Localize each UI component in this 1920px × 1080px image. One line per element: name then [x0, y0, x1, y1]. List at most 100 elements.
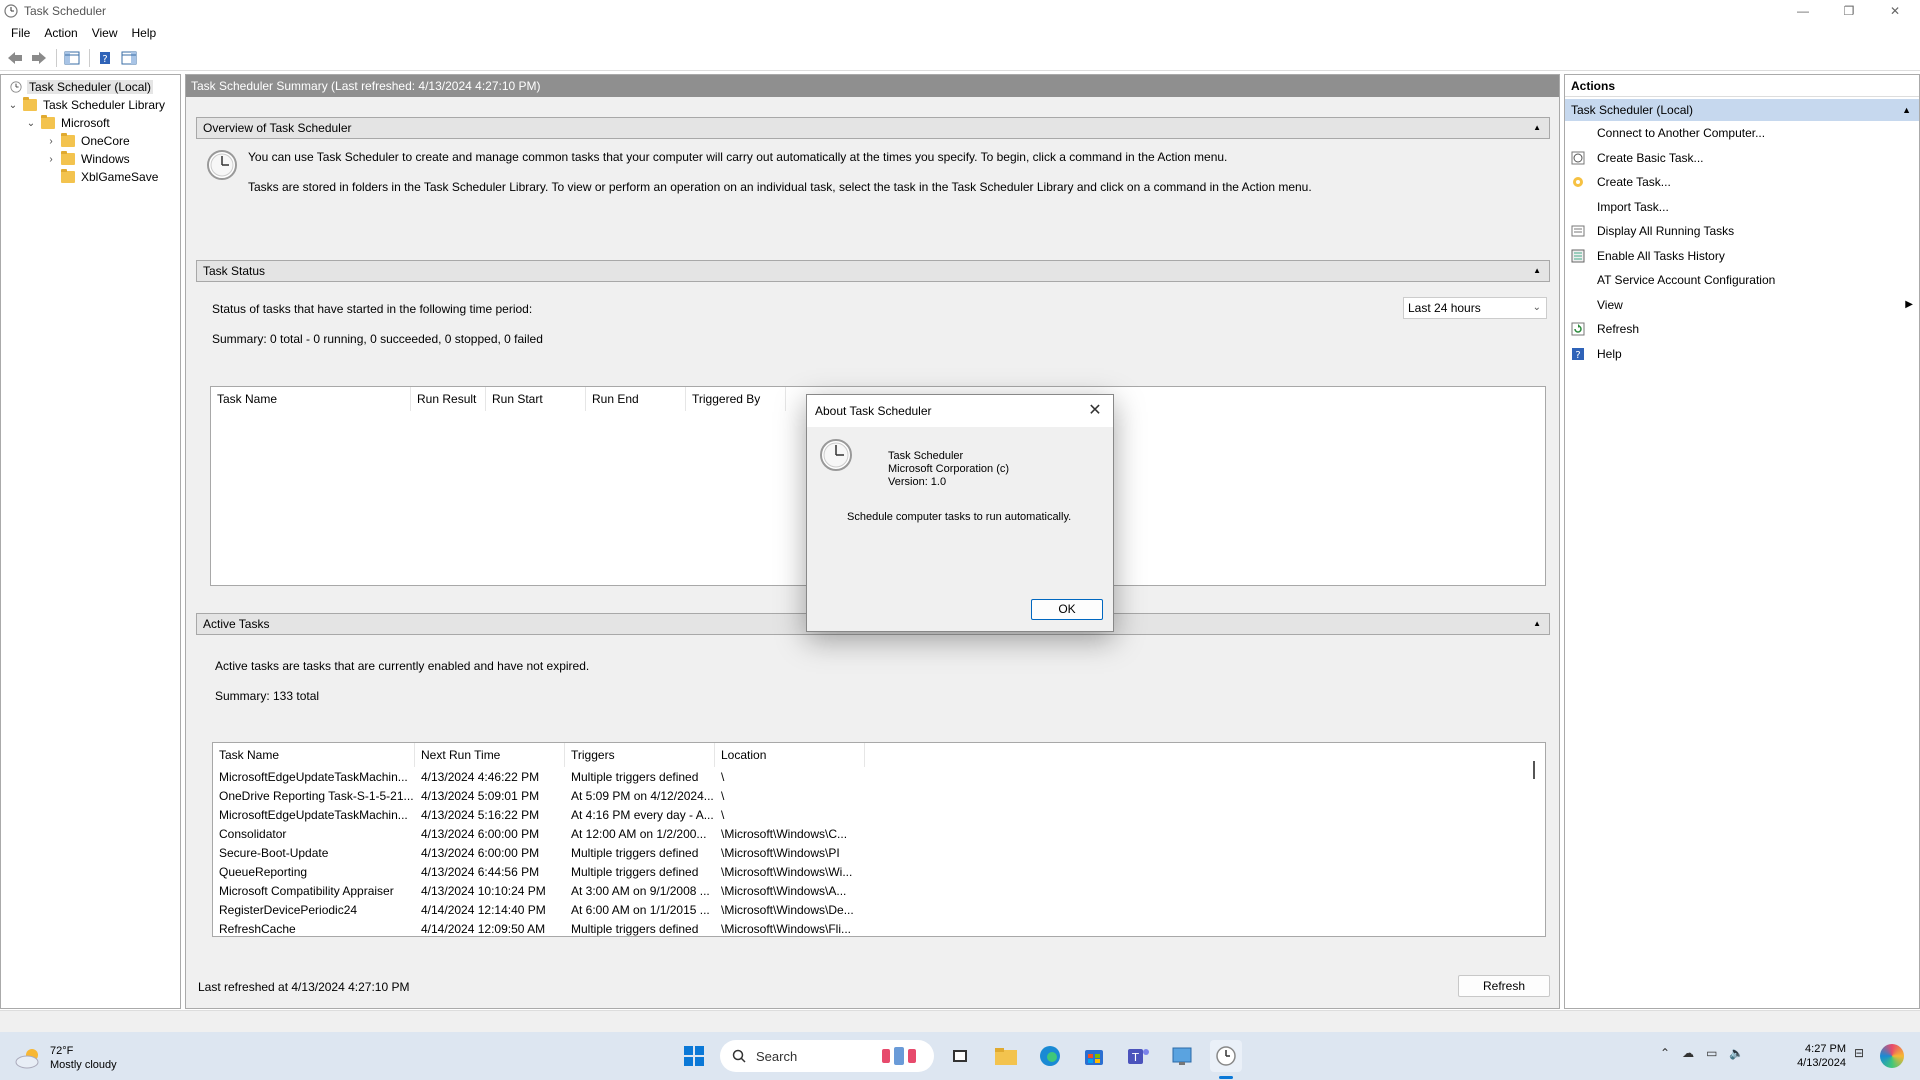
- back-button[interactable]: [4, 47, 26, 69]
- menu-file[interactable]: File: [4, 22, 37, 44]
- table-row[interactable]: Consolidator 4/13/2024 6:00:00 PM At 12:…: [213, 824, 1545, 843]
- minimize-button[interactable]: —: [1780, 0, 1826, 22]
- onedrive-cloud-icon[interactable]: ☁: [1682, 1046, 1694, 1060]
- menu-view[interactable]: View: [85, 22, 125, 44]
- overview-section-header[interactable]: Overview of Task Scheduler ▲: [196, 117, 1550, 139]
- task-name: QueueReporting: [219, 864, 308, 879]
- column-header[interactable]: Triggered By: [686, 387, 786, 411]
- task-scheduler-clock-icon: [1216, 1046, 1236, 1066]
- table-row[interactable]: Microsoft Compatibility Appraiser 4/13/2…: [213, 881, 1545, 900]
- start-button[interactable]: [678, 1040, 710, 1072]
- taskbar-task-scheduler[interactable]: [1210, 1040, 1242, 1072]
- action-refresh[interactable]: Refresh: [1565, 317, 1919, 342]
- table-row[interactable]: MicrosoftEdgeUpdateTaskMachin... 4/13/20…: [213, 767, 1545, 786]
- column-header[interactable]: Next Run Time: [415, 743, 565, 767]
- column-header[interactable]: Task Name: [213, 743, 415, 767]
- status-bar: [0, 1010, 1920, 1032]
- taskbar-search-box[interactable]: Search: [720, 1040, 934, 1072]
- help-toolbar-button[interactable]: ?: [94, 47, 116, 69]
- time-period-dropdown[interactable]: Last 24 hours ⌄: [1403, 297, 1547, 319]
- collapse-icon[interactable]: ▲: [1902, 99, 1911, 121]
- ok-button[interactable]: OK: [1031, 599, 1103, 620]
- column-header[interactable]: Triggers: [565, 743, 715, 767]
- table-row[interactable]: OneDrive Reporting Task-S-1-5-21... 4/13…: [213, 786, 1545, 805]
- action-create-task[interactable]: Create Task...: [1565, 170, 1919, 195]
- forward-button[interactable]: [28, 47, 50, 69]
- version-text: Version: 1.0: [888, 476, 947, 488]
- chevron-down-icon[interactable]: ⌄: [7, 99, 19, 111]
- chevron-right-icon[interactable]: ›: [45, 153, 57, 165]
- show-hide-action-pane-button[interactable]: [118, 47, 140, 69]
- taskbar-file-explorer[interactable]: [990, 1040, 1022, 1072]
- chevron-right-icon[interactable]: ›: [45, 135, 57, 147]
- action-help[interactable]: ? Help: [1565, 342, 1919, 367]
- table-row[interactable]: RegisterDevicePeriodic24 4/14/2024 12:14…: [213, 900, 1545, 919]
- close-button[interactable]: ✕: [1872, 0, 1918, 22]
- column-header[interactable]: Run Result: [411, 387, 486, 411]
- submenu-arrow-icon: ▶: [1905, 299, 1913, 311]
- action-at-service-account-configuration[interactable]: AT Service Account Configuration: [1565, 268, 1919, 293]
- copilot-icon[interactable]: [1880, 1044, 1904, 1068]
- table-row[interactable]: Secure-Boot-Update 4/13/2024 6:00:00 PM …: [213, 843, 1545, 862]
- actions-pane: Actions Task Scheduler (Local) ▲ Connect…: [1564, 74, 1920, 1009]
- table-row[interactable]: QueueReporting 4/13/2024 6:44:56 PM Mult…: [213, 862, 1545, 881]
- tree-item-onecore[interactable]: › OneCore: [1, 132, 180, 150]
- chevron-down-icon[interactable]: ⌄: [25, 117, 37, 129]
- tree-item-task-scheduler-library[interactable]: ⌄ Task Scheduler Library: [1, 96, 180, 114]
- table-row[interactable]: MicrosoftEdgeUpdateTaskMachin... 4/13/20…: [213, 805, 1545, 824]
- column-header[interactable]: Run Start: [486, 387, 586, 411]
- next-run-time: 4/13/2024 6:00:00 PM: [421, 826, 540, 841]
- refresh-button[interactable]: Refresh: [1458, 975, 1550, 997]
- collapse-icon[interactable]: ▲: [1533, 261, 1541, 281]
- title-bar: Task Scheduler — ❐ ✕: [0, 0, 1920, 22]
- column-header[interactable]: Run End: [586, 387, 686, 411]
- tree-item-xblgamesave[interactable]: XblGameSave: [1, 168, 180, 186]
- action-label: Create Basic Task...: [1597, 150, 1704, 165]
- restore-button[interactable]: ❐: [1826, 0, 1872, 22]
- tree-label: OneCore: [81, 134, 130, 148]
- weather-widget[interactable]: 72°F Mostly cloudy: [14, 1044, 117, 1072]
- taskbar-edge[interactable]: [1034, 1040, 1066, 1072]
- volume-icon[interactable]: 🔈: [1729, 1046, 1744, 1060]
- task-scheduler-clock-icon: [207, 150, 237, 180]
- tree-item-task-scheduler-local[interactable]: Task Scheduler (Local): [1, 78, 180, 96]
- taskbar-teams[interactable]: T: [1122, 1040, 1154, 1072]
- menu-action[interactable]: Action: [37, 22, 84, 44]
- taskbar-task-view[interactable]: [944, 1040, 976, 1072]
- action-enable-all-tasks-history[interactable]: Enable All Tasks History: [1565, 244, 1919, 269]
- action-create-basic-task[interactable]: Create Basic Task...: [1565, 146, 1919, 171]
- network-icon[interactable]: ▭: [1706, 1046, 1717, 1060]
- column-header[interactable]: Location: [715, 743, 865, 767]
- tree-item-microsoft[interactable]: ⌄ Microsoft: [1, 114, 180, 132]
- collapse-icon[interactable]: ▲: [1533, 614, 1541, 634]
- restore-icon: ❐: [1843, 4, 1855, 18]
- action-display-all-running-tasks[interactable]: Display All Running Tasks: [1565, 219, 1919, 244]
- tree-item-windows[interactable]: › Windows: [1, 150, 180, 168]
- dialog-close-button[interactable]: ✕: [1083, 399, 1107, 423]
- column-header[interactable]: Task Name: [211, 387, 411, 411]
- menu-help[interactable]: Help: [125, 22, 164, 44]
- chevron-up-icon[interactable]: ⌃: [1660, 1046, 1670, 1060]
- action-view[interactable]: View ▶: [1565, 293, 1919, 318]
- notification-icon[interactable]: ⊟: [1854, 1046, 1864, 1060]
- action-label: Help: [1597, 346, 1622, 361]
- show-hide-console-tree-button[interactable]: [61, 47, 83, 69]
- taskbar-control-panel[interactable]: [1166, 1040, 1198, 1072]
- vertical-scrollbar[interactable]: [1533, 761, 1535, 779]
- collapse-icon[interactable]: ▲: [1533, 118, 1541, 138]
- action-import-task[interactable]: Import Task...: [1565, 195, 1919, 220]
- triggers: At 12:00 AM on 1/2/200...: [571, 826, 707, 841]
- location: \Microsoft\Windows\A...: [721, 883, 847, 898]
- triggers: Multiple triggers defined: [571, 921, 699, 936]
- toolbar: ?: [0, 45, 1920, 71]
- table-row[interactable]: RefreshCache 4/14/2024 12:09:50 AM Multi…: [213, 919, 1545, 938]
- actions-group-header[interactable]: Task Scheduler (Local) ▲: [1565, 99, 1919, 121]
- task-status-section-header[interactable]: Task Status ▲: [196, 260, 1550, 282]
- company-name: Microsoft Corporation (c): [888, 463, 1010, 475]
- clock[interactable]: 4:27 PM 4/13/2024: [1774, 1042, 1846, 1070]
- action-connect-to-another-computer[interactable]: Connect to Another Computer...: [1565, 121, 1919, 146]
- dropdown-value: Last 24 hours: [1408, 301, 1481, 315]
- location: \Microsoft\Windows\De...: [721, 902, 854, 917]
- taskbar-store[interactable]: [1078, 1040, 1110, 1072]
- temperature: 72°F: [50, 1045, 74, 1057]
